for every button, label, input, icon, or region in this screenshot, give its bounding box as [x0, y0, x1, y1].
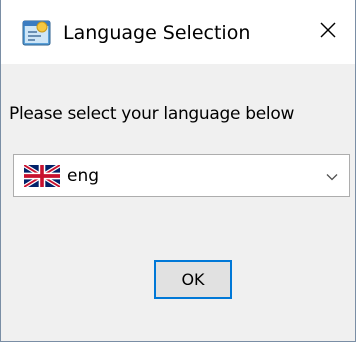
language-selection-dialog: Language Selection Please select your la… — [0, 0, 356, 342]
close-icon — [319, 21, 337, 43]
ok-button[interactable]: OK — [154, 260, 232, 299]
uk-flag-icon — [22, 163, 62, 189]
window-title: Language Selection — [63, 22, 251, 44]
language-dropdown[interactable]: eng — [13, 154, 350, 197]
dialog-content: Please select your language below eng OK — [1, 64, 355, 341]
application-icon — [22, 19, 52, 47]
title-bar: Language Selection — [1, 0, 355, 64]
chevron-down-icon[interactable] — [325, 169, 339, 183]
selected-language: eng — [67, 166, 100, 186]
prompt-label: Please select your language below — [9, 104, 295, 124]
close-button[interactable] — [305, 12, 351, 52]
ok-button-label: OK — [181, 270, 205, 289]
